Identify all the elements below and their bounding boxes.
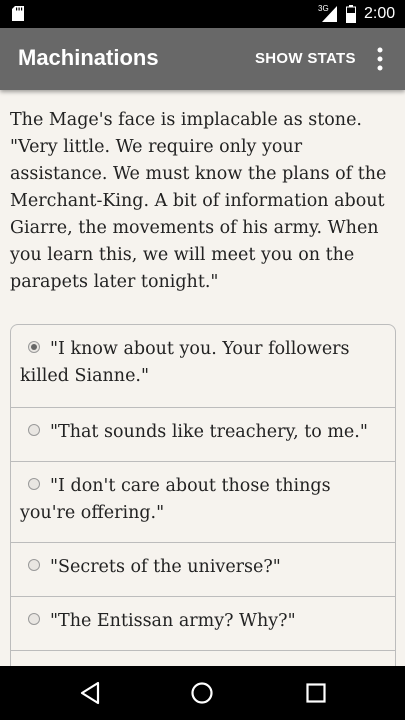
- choice-list: "I know about you. Your followers killed…: [10, 324, 396, 666]
- story-content[interactable]: The Mage's face is implacable as stone. …: [0, 90, 405, 666]
- radio-icon[interactable]: [28, 478, 40, 490]
- choice-label: "I don't care about those things you're …: [20, 476, 331, 523]
- choice-label: "The Entissan army? Why?": [50, 611, 296, 631]
- story-text: The Mage's face is implacable as stone. …: [10, 110, 387, 292]
- app-toolbar: Machinations SHOW STATS: [0, 28, 405, 90]
- home-icon[interactable]: [191, 682, 213, 704]
- status-bar: 3G 2:00: [0, 0, 405, 28]
- choice-option[interactable]: "Secrets of the universe?": [11, 542, 395, 596]
- radio-icon[interactable]: [28, 424, 40, 436]
- recents-icon[interactable]: [306, 683, 326, 703]
- more-vert-icon[interactable]: [372, 46, 388, 72]
- choice-option[interactable]: "I know about you. Your followers killed…: [11, 325, 395, 407]
- signal-icon: [322, 6, 337, 22]
- show-stats-button[interactable]: SHOW STATS: [255, 50, 356, 67]
- choice-option[interactable]: [11, 650, 395, 666]
- radio-icon[interactable]: [28, 559, 40, 571]
- battery-icon: [346, 5, 356, 23]
- clock: 2:00: [364, 5, 396, 22]
- page-title: Machinations: [18, 45, 159, 70]
- choice-label: "That sounds like treachery, to me.": [50, 422, 368, 442]
- navigation-bar: [0, 666, 405, 720]
- choice-option[interactable]: "I don't care about those things you're …: [11, 461, 395, 542]
- sd-card-icon: [12, 6, 24, 21]
- choice-option[interactable]: "That sounds like treachery, to me.": [11, 407, 395, 461]
- choice-label: "Secrets of the universe?": [50, 557, 281, 577]
- choice-label: "I know about you. Your followers killed…: [20, 339, 350, 386]
- back-icon[interactable]: [79, 681, 101, 705]
- radio-icon[interactable]: [28, 613, 40, 625]
- radio-selected-icon[interactable]: [28, 341, 40, 353]
- choice-option[interactable]: "The Entissan army? Why?": [11, 596, 395, 650]
